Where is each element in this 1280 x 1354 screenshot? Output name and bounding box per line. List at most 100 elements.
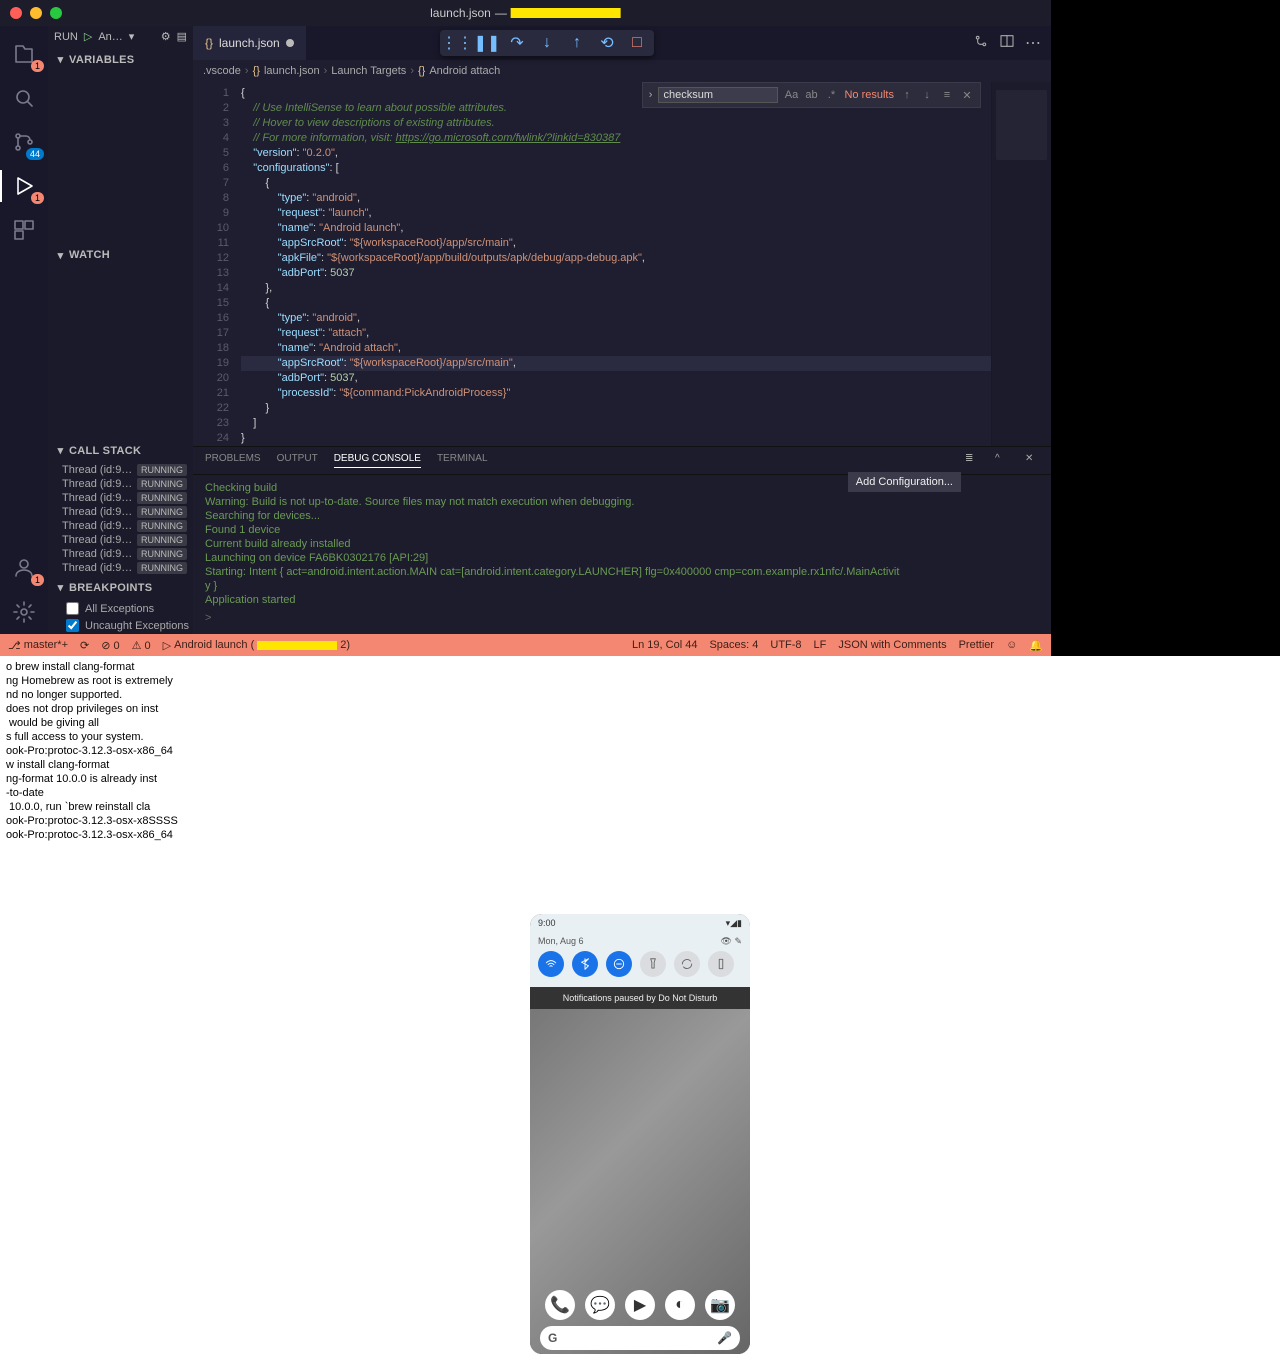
status-branch[interactable]: ⎇ master*+ <box>8 639 68 652</box>
section-callstack[interactable]: ▾CALL STACK <box>48 438 193 463</box>
panel-maximize-icon[interactable]: ^ <box>995 453 1009 468</box>
phone-status-icons: ▾◢▮ <box>726 918 742 929</box>
pause-icon[interactable]: ❚❚ <box>478 34 496 52</box>
add-configuration-button[interactable]: Add Configuration... <box>848 472 961 492</box>
thread-row[interactable]: Thread (id:9…RUNNING <box>62 519 193 533</box>
feedback-icon[interactable]: ☺ <box>1006 639 1017 651</box>
bluetooth-toggle[interactable] <box>572 951 598 977</box>
section-variables[interactable]: ▾VARIABLES <box>48 47 193 72</box>
start-debug-icon[interactable]: ▷ <box>84 30 92 43</box>
split-editor-icon[interactable] <box>999 33 1015 54</box>
run-config-name[interactable]: An… <box>98 31 122 43</box>
thread-row[interactable]: Thread (id:9…RUNNING <box>62 463 193 477</box>
find-expand-icon[interactable]: › <box>649 89 653 101</box>
match-word-icon[interactable]: ab <box>804 89 818 101</box>
camera-app-icon[interactable]: 📷 <box>705 1290 735 1320</box>
panel-close-icon[interactable]: ✕ <box>1025 453 1039 468</box>
google-search-bar[interactable]: G🎤 <box>540 1326 740 1350</box>
messages-app-icon[interactable]: 💬 <box>585 1290 615 1320</box>
debug-console[interactable]: Checking buildWarning: Build is not up-t… <box>193 475 1051 634</box>
gear-icon[interactable]: ⚙ <box>161 30 171 43</box>
panel-tab[interactable]: PROBLEMS <box>205 453 261 468</box>
zoom-window-button[interactable] <box>50 7 62 19</box>
step-over-icon[interactable]: ↷ <box>508 34 526 52</box>
json-file-icon: {} <box>205 36 213 50</box>
extensions-icon[interactable] <box>0 208 48 252</box>
restart-icon[interactable]: ⟲ <box>598 34 616 52</box>
clear-console-icon[interactable]: ≣ <box>965 453 979 468</box>
accounts-icon[interactable]: 1 <box>0 546 48 590</box>
panel-tab[interactable]: DEBUG CONSOLE <box>334 453 421 468</box>
status-cursor[interactable]: Ln 19, Col 44 <box>632 639 697 651</box>
settings-gear-icon[interactable] <box>0 590 48 634</box>
regex-icon[interactable]: .* <box>824 89 838 101</box>
activity-bar: 1 44 1 1 <box>0 26 48 634</box>
status-bar: ⎇ master*+ ⟳ ⊘ 0 ⚠ 0 ▷ Android launch (2… <box>0 634 1051 656</box>
next-match-icon[interactable]: ↓ <box>920 89 934 101</box>
explorer-icon[interactable]: 1 <box>0 32 48 76</box>
minimap[interactable] <box>991 82 1051 446</box>
panel-tab[interactable]: OUTPUT <box>277 453 318 468</box>
android-emulator[interactable]: 9:00▾◢▮ Mon, Aug 6👁 ✎ Notifications paus… <box>0 914 1280 1354</box>
section-breakpoints[interactable]: ▾BREAKPOINTS <box>48 575 193 600</box>
thread-row[interactable]: Thread (id:9…RUNNING <box>62 505 193 519</box>
code-editor[interactable]: { // Use IntelliSense to learn about pos… <box>241 82 991 446</box>
thread-row[interactable]: Thread (id:9…RUNNING <box>62 491 193 505</box>
chevron-down-icon[interactable]: ▾ <box>129 30 135 43</box>
breakpoint-row[interactable]: All Exceptions <box>62 600 193 617</box>
status-errors[interactable]: ⊘ 0 <box>101 639 119 652</box>
wifi-toggle[interactable] <box>538 951 564 977</box>
flashlight-toggle[interactable] <box>640 951 666 977</box>
thread-row[interactable]: Thread (id:9…RUNNING <box>62 561 193 575</box>
match-case-icon[interactable]: Aa <box>784 89 798 101</box>
step-out-icon[interactable]: ↑ <box>568 34 586 52</box>
search-icon[interactable] <box>0 76 48 120</box>
chrome-app-icon[interactable]: ◐ <box>665 1290 695 1320</box>
dnd-toggle[interactable] <box>606 951 632 977</box>
more-actions-icon[interactable]: ⋯ <box>1025 33 1041 54</box>
find-in-selection-icon[interactable]: ≡ <box>940 89 954 101</box>
minimize-window-button[interactable] <box>30 7 42 19</box>
run-debug-icon[interactable]: 1 <box>0 164 48 208</box>
status-encoding[interactable]: UTF-8 <box>770 639 801 651</box>
status-language[interactable]: JSON with Comments <box>838 639 946 651</box>
thread-row[interactable]: Thread (id:9…RUNNING <box>62 477 193 491</box>
status-prettier[interactable]: Prettier <box>959 639 994 651</box>
status-eol[interactable]: LF <box>814 639 827 651</box>
status-sync[interactable]: ⟳ <box>80 639 89 652</box>
prev-match-icon[interactable]: ↑ <box>900 89 914 101</box>
status-spaces[interactable]: Spaces: 4 <box>709 639 758 651</box>
thread-row[interactable]: Thread (id:9…RUNNING <box>62 547 193 561</box>
source-control-icon[interactable]: 44 <box>0 120 48 164</box>
status-launch[interactable]: ▷ Android launch (2) <box>163 639 350 652</box>
thread-row[interactable]: Thread (id:9…RUNNING <box>62 533 193 547</box>
step-into-icon[interactable]: ↓ <box>538 34 556 52</box>
mic-icon[interactable]: 🎤 <box>717 1331 732 1345</box>
bell-icon[interactable]: 🔔 <box>1029 639 1043 652</box>
battery-saver-toggle[interactable] <box>708 951 734 977</box>
window-title-sep: — <box>495 6 507 20</box>
debug-toolbar: ⋮⋮ ❚❚ ↷ ↓ ↑ ⟲ □ <box>440 30 654 56</box>
stop-icon[interactable]: □ <box>628 34 646 52</box>
phone-notification: Notifications paused by Do Not Disturb <box>530 987 750 1009</box>
close-window-button[interactable] <box>10 7 22 19</box>
play-app-icon[interactable]: ▶ <box>625 1290 655 1320</box>
drag-handle-icon[interactable]: ⋮⋮ <box>448 34 466 52</box>
section-watch[interactable]: ▾WATCH <box>48 243 193 268</box>
shade-icons: 👁 ✎ <box>721 936 742 947</box>
phone-date: Mon, Aug 6 <box>538 936 584 947</box>
close-find-icon[interactable]: ✕ <box>960 89 974 102</box>
tab-launch-json[interactable]: {} launch.json <box>193 26 306 60</box>
panel-tab[interactable]: TERMINAL <box>437 453 488 468</box>
breadcrumb[interactable]: .vscode› {}launch.json› Launch Targets› … <box>193 60 1051 82</box>
autorotate-toggle[interactable] <box>674 951 700 977</box>
compare-changes-icon[interactable] <box>973 33 989 54</box>
debug-console-icon[interactable]: ▤ <box>177 30 187 43</box>
external-terminal[interactable]: o brew install clang-formatng Homebrew a… <box>0 656 1280 914</box>
modified-indicator-icon <box>286 39 294 47</box>
phone-app-icon[interactable]: 📞 <box>545 1290 575 1320</box>
breakpoint-row[interactable]: Uncaught Exceptions <box>62 617 193 634</box>
find-input[interactable] <box>658 87 778 103</box>
find-widget: › Aa ab .* No results ↑ ↓ ≡ ✕ <box>642 82 981 108</box>
status-warnings[interactable]: ⚠ 0 <box>132 639 151 652</box>
